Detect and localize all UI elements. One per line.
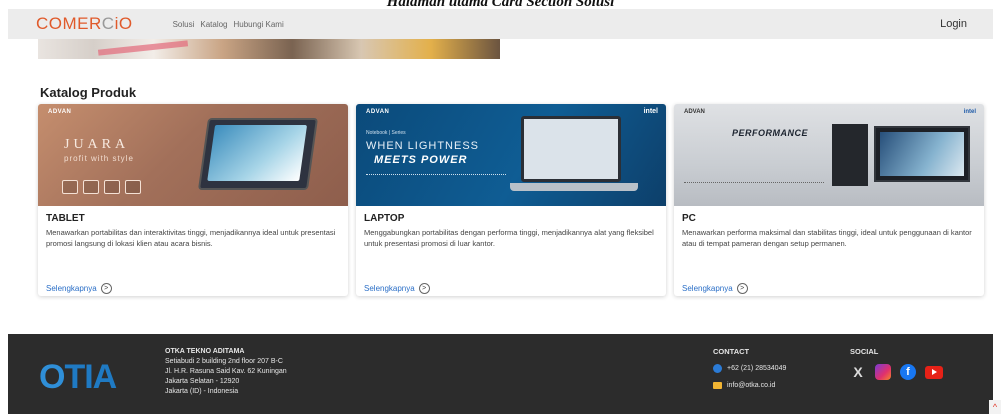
banner-headline: JUARA [64, 137, 130, 152]
banner-intel-logo: intel [643, 108, 658, 115]
logo-prefix: COMER [36, 14, 102, 33]
banner-subline: MEETS POWER [374, 154, 468, 166]
product-card-laptop: ADVAN intel Notebook | Series WHEN LIGHT… [356, 104, 666, 296]
company-name: OTKA TEKNO ADITAMA [165, 348, 245, 355]
top-navbar: COMERCiO Solusi Katalog Hubungi Kami Log… [8, 9, 993, 39]
footer-logo-text: TIA [64, 358, 117, 396]
youtube-icon[interactable] [925, 365, 943, 379]
x-twitter-icon[interactable]: X [850, 364, 866, 380]
address-line: Setiabudi 2 building 2nd floor 207 B-C [165, 358, 283, 365]
chevron-right-circle-icon: > [736, 283, 748, 294]
contact-phone[interactable]: +62 (21) 28534049 [713, 364, 786, 373]
social-heading: SOCIAL [850, 347, 879, 356]
product-card-pc: ADVAN intel PERFORMANCE PC Menawarkan pe… [674, 104, 984, 296]
banner-brand: ADVAN [366, 109, 390, 115]
address-line: Jakarta Selatan - 12920 [165, 378, 240, 385]
banner-brand: ADVAN [684, 109, 705, 115]
banner-headline: WHEN LIGHTNESS [366, 140, 480, 152]
feature-icon [125, 180, 141, 194]
nav-link-katalog[interactable]: Katalog [200, 20, 227, 29]
contact-heading: CONTACT [713, 347, 750, 356]
feature-icons [62, 180, 141, 194]
nav-link-hubungi-kami[interactable]: Hubungi Kami [234, 20, 284, 29]
banner-subline: profit with style [64, 154, 134, 163]
laptop-banner-image: ADVAN intel Notebook | Series WHEN LIGHT… [356, 104, 666, 206]
footer-logo-o: O [39, 358, 65, 396]
nav-links: Solusi Katalog Hubungi Kami [173, 20, 284, 29]
mail-icon [713, 382, 722, 389]
card-description: Menggabungkan portabilitas dengan perfor… [364, 228, 654, 248]
chevron-right-circle-icon: > [418, 283, 430, 294]
login-link[interactable]: Login [940, 18, 967, 30]
phone-number: +62 (21) 28534049 [727, 365, 787, 372]
more-link-label: Selengkapnya [682, 284, 733, 293]
spec-icons [684, 182, 824, 186]
logo-o: C [101, 14, 115, 33]
more-link-label: Selengkapnya [46, 284, 97, 293]
more-link-label: Selengkapnya [364, 284, 415, 293]
banner-intel-logo: intel [963, 109, 976, 115]
nav-link-solusi[interactable]: Solusi [173, 20, 195, 29]
logo-suffix: iO [114, 14, 133, 33]
address-line: Jakarta (ID) - Indonesia [165, 388, 239, 395]
contact-email[interactable]: info@otka.co.id [713, 382, 786, 389]
product-card-tablet: ADVAN JUARA profit with style TABLET Men… [38, 104, 348, 296]
banner-brand: ADVAN [48, 109, 72, 115]
tablet-banner-image: ADVAN JUARA profit with style [38, 104, 348, 206]
card-title: PC [682, 213, 696, 224]
card-more-link[interactable]: Selengkapnya > [364, 283, 658, 294]
laptop-device-illustration [510, 116, 638, 191]
company-info: OTKA TEKNO ADITAMA Setiabudi 2 building … [165, 347, 287, 397]
contact-block: CONTACT +62 (21) 28534049 info@otka.co.i… [713, 347, 786, 398]
card-title: LAPTOP [364, 213, 405, 224]
email-address: info@otka.co.id [727, 382, 776, 389]
hero-image [38, 39, 500, 59]
feature-icon [83, 180, 99, 194]
site-footer: OTIA OTKA TEKNO ADITAMA Setiabudi 2 buil… [8, 334, 993, 414]
section-title: Katalog Produk [40, 85, 137, 100]
facebook-icon[interactable]: f [900, 364, 916, 380]
card-description: Menawarkan performa maksimal dan stabili… [682, 228, 972, 248]
feature-icon [62, 180, 78, 194]
tablet-device-illustration [197, 118, 319, 190]
chevron-right-circle-icon: > [100, 283, 112, 294]
phone-icon [713, 364, 722, 373]
card-more-link[interactable]: Selengkapnya > [682, 283, 976, 294]
brand-logo[interactable]: COMERCiO [36, 14, 133, 34]
social-icons: X f [850, 364, 943, 380]
banner-series: Notebook | Series [366, 130, 406, 136]
card-more-link[interactable]: Selengkapnya > [46, 283, 340, 294]
scroll-to-top-button[interactable]: ^ [989, 400, 1001, 414]
address-line: Jl. H.R. Rasuna Said Kav. 62 Kuningan [165, 368, 287, 375]
footer-logo: OTIA [39, 358, 117, 397]
instagram-icon[interactable] [875, 364, 891, 380]
banner-headline: PERFORMANCE [732, 128, 809, 138]
pc-tower-illustration [832, 124, 868, 186]
pc-monitor-illustration [874, 126, 970, 182]
social-block: SOCIAL X f [850, 347, 943, 380]
pc-banner-image: ADVAN intel PERFORMANCE [674, 104, 984, 206]
spec-icons [366, 174, 506, 178]
feature-icon [104, 180, 120, 194]
card-description: Menawarkan portabilitas dan interaktivit… [46, 228, 336, 248]
card-title: TABLET [46, 213, 85, 224]
